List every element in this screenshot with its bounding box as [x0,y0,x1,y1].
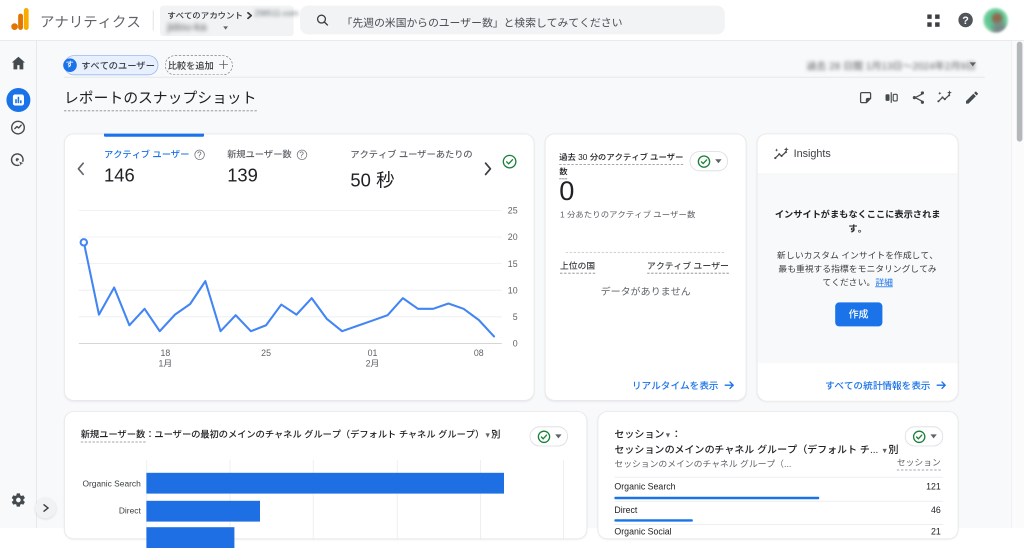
svg-text:20: 20 [508,232,518,242]
svg-text:25: 25 [261,348,271,358]
svg-text:5: 5 [513,312,518,322]
svg-text:18: 18 [160,348,170,358]
svg-text:10: 10 [508,285,518,295]
svg-text:2月: 2月 [366,358,380,368]
svg-text:15: 15 [508,259,518,269]
svg-text:25: 25 [508,206,518,216]
svg-text:01: 01 [368,348,378,358]
svg-text:1月: 1月 [159,358,173,368]
svg-text:0: 0 [513,339,518,349]
svg-text:08: 08 [474,348,484,358]
